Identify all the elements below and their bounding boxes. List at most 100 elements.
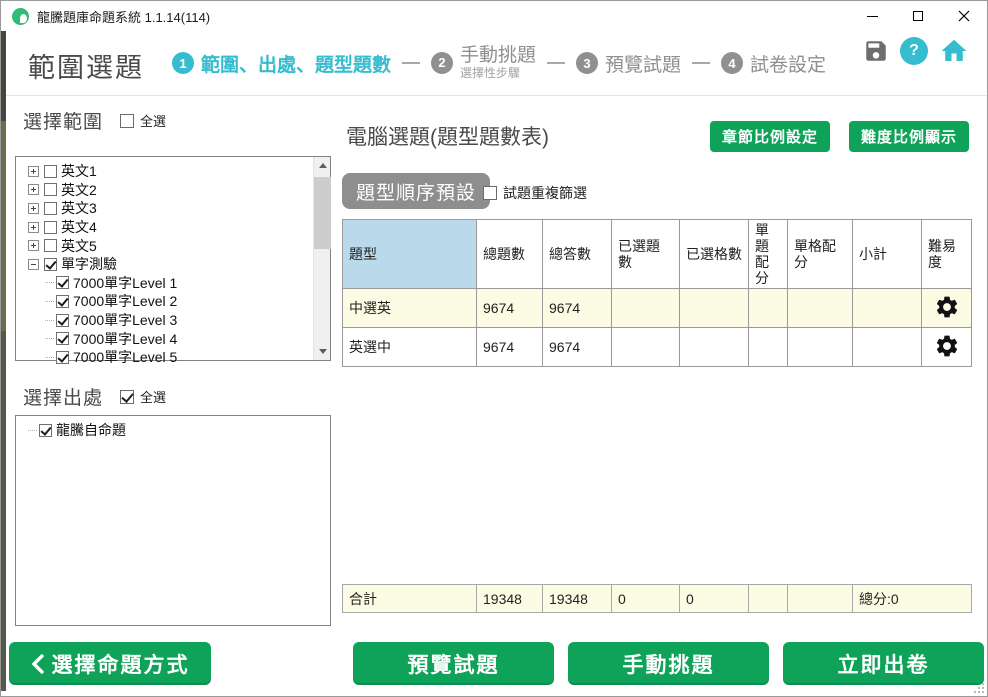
cell-points-per-question[interactable] <box>749 328 788 367</box>
tree-checkbox[interactable] <box>44 183 57 196</box>
scroll-down-icon[interactable] <box>314 343 331 360</box>
tree-checkbox[interactable] <box>56 332 69 345</box>
duplicate-filter[interactable]: 試題重複篩選 <box>483 183 587 203</box>
tree-item-label: 7000單字Level 5 <box>73 347 177 367</box>
close-button[interactable] <box>941 1 987 31</box>
tree-connector <box>45 338 54 339</box>
table-row: 英選中 9674 9674 <box>343 328 972 367</box>
tree-checkbox[interactable] <box>44 165 57 178</box>
tree-item-7000-level4[interactable]: 7000單字Level 4 <box>28 329 330 348</box>
tree-item-7000-level1[interactable]: 7000單字Level 1 <box>28 274 330 293</box>
tree-item-label: 英文1 <box>61 161 97 181</box>
difficulty-settings-button[interactable] <box>922 328 972 367</box>
tree-item-label: 7000單字Level 3 <box>73 310 177 330</box>
tree-item-7000-level3[interactable]: 7000單字Level 3 <box>28 311 330 330</box>
step-divider <box>402 62 420 64</box>
tree-item-english3[interactable]: 英文3 <box>28 199 330 218</box>
cell-type: 中選英 <box>343 289 477 328</box>
tree-checkbox[interactable] <box>56 314 69 327</box>
step-3-preview[interactable]: 3 預覽試題 <box>576 50 681 77</box>
home-icon[interactable] <box>939 36 969 66</box>
cell-points-per-cell[interactable] <box>788 289 853 328</box>
step-4-label: 試卷設定 <box>750 50 826 77</box>
step-divider <box>692 62 710 64</box>
tree-checkbox[interactable] <box>44 239 57 252</box>
step-4-paper-settings[interactable]: 4 試卷設定 <box>721 50 826 77</box>
tree-checkbox[interactable] <box>44 202 57 215</box>
duplicate-filter-checkbox[interactable] <box>483 186 497 200</box>
gear-icon <box>934 294 960 320</box>
app-window: 龍騰題庫命題系統 1.1.14(114) 範圍選題 1 範圍、出處、題型題數 2… <box>0 0 988 697</box>
background-window-edge <box>1 31 6 691</box>
totals-selected-questions: 0 <box>612 585 680 613</box>
source-select-all-checkbox[interactable] <box>120 390 134 404</box>
page-header: 範圍選題 1 範圍、出處、題型題數 2 手動挑題 選擇性步驟 3 預覽試題 4 <box>6 31 987 96</box>
totals-empty <box>788 585 853 613</box>
scope-tree-scrollbar[interactable] <box>313 157 330 360</box>
expand-plus-icon[interactable] <box>28 203 39 214</box>
tree-item-lungteng-questions[interactable]: 龍騰自命題 <box>28 421 330 440</box>
step-2-sublabel: 選擇性步驟 <box>460 67 536 80</box>
difficulty-ratio-button[interactable]: 難度比例顯示 <box>849 121 969 152</box>
tree-item-7000-level2[interactable]: 7000單字Level 2 <box>28 292 330 311</box>
tree-item-english4[interactable]: 英文4 <box>28 218 330 237</box>
tree-checkbox[interactable] <box>44 221 57 234</box>
expand-minus-icon[interactable] <box>28 259 39 270</box>
tree-item-7000-level5[interactable]: 7000單字Level 5 <box>28 348 330 367</box>
expand-plus-icon[interactable] <box>28 240 39 251</box>
tree-item-word-test[interactable]: 單字測驗 <box>28 255 330 274</box>
tree-item-label: 7000單字Level 4 <box>73 329 177 349</box>
col-header-selected-questions: 已選題數 <box>612 220 680 289</box>
step-1-scope[interactable]: 1 範圍、出處、題型題數 <box>172 50 391 77</box>
cell-selected-cells[interactable] <box>680 328 749 367</box>
cell-type: 英選中 <box>343 328 477 367</box>
tree-checkbox[interactable] <box>56 351 69 364</box>
scroll-up-icon[interactable] <box>314 157 331 174</box>
source-select-all-label: 全選 <box>140 387 166 406</box>
page-title: 範圍選題 <box>28 46 144 85</box>
step-2-manual-pick[interactable]: 2 手動挑題 選擇性步驟 <box>431 46 536 80</box>
tree-item-label: 英文5 <box>61 236 97 256</box>
scope-tree: 英文1 英文2 英文3 英文4 英文5 <box>16 157 330 367</box>
cell-points-per-cell[interactable] <box>788 328 853 367</box>
col-header-points-per-question: 單題配分 <box>749 220 788 289</box>
col-header-subtotal: 小計 <box>853 220 922 289</box>
tree-item-english5[interactable]: 英文5 <box>28 236 330 255</box>
cell-selected-questions[interactable] <box>612 289 680 328</box>
manual-pick-button[interactable]: 手動挑題 <box>568 642 769 685</box>
totals-score: 總分:0 <box>853 585 972 613</box>
cell-total-questions: 9674 <box>477 289 543 328</box>
difficulty-settings-button[interactable] <box>922 289 972 328</box>
expand-plus-icon[interactable] <box>28 184 39 195</box>
minimize-button[interactable] <box>849 1 895 31</box>
col-header-selected-cells: 已選格數 <box>680 220 749 289</box>
tree-checkbox[interactable] <box>56 276 69 289</box>
expand-plus-icon[interactable] <box>28 166 39 177</box>
preview-questions-button[interactable]: 預覽試題 <box>353 642 554 685</box>
back-to-mode-button[interactable]: 選擇命題方式 <box>9 642 211 685</box>
table-header-row: 題型 總題數 總答數 已選題數 已選格數 單題配分 單格配分 小計 難易度 <box>343 220 972 289</box>
cell-selected-questions[interactable] <box>612 328 680 367</box>
save-icon[interactable] <box>863 38 889 64</box>
cell-selected-cells[interactable] <box>680 289 749 328</box>
tree-connector <box>45 320 54 321</box>
scrollbar-thumb[interactable] <box>314 177 331 249</box>
tree-item-english2[interactable]: 英文2 <box>28 181 330 200</box>
scope-select-all-checkbox[interactable] <box>120 114 134 128</box>
expand-plus-icon[interactable] <box>28 222 39 233</box>
chapter-ratio-button[interactable]: 章節比例設定 <box>710 121 830 152</box>
step-1-number: 1 <box>172 52 194 74</box>
tree-checkbox[interactable] <box>56 295 69 308</box>
tree-item-english1[interactable]: 英文1 <box>28 162 330 181</box>
generate-paper-button[interactable]: 立即出卷 <box>783 642 984 685</box>
resize-grip[interactable] <box>974 683 984 693</box>
tree-item-label: 英文2 <box>61 180 97 200</box>
maximize-button[interactable] <box>895 1 941 31</box>
cell-total-questions: 9674 <box>477 328 543 367</box>
tree-checkbox[interactable] <box>44 258 57 271</box>
title-bar: 龍騰題庫命題系統 1.1.14(114) <box>1 1 987 31</box>
help-button[interactable]: ? <box>900 37 928 65</box>
cell-points-per-question[interactable] <box>749 289 788 328</box>
type-order-preset-button[interactable]: 題型順序預設 <box>342 173 490 209</box>
tree-checkbox[interactable] <box>39 424 52 437</box>
